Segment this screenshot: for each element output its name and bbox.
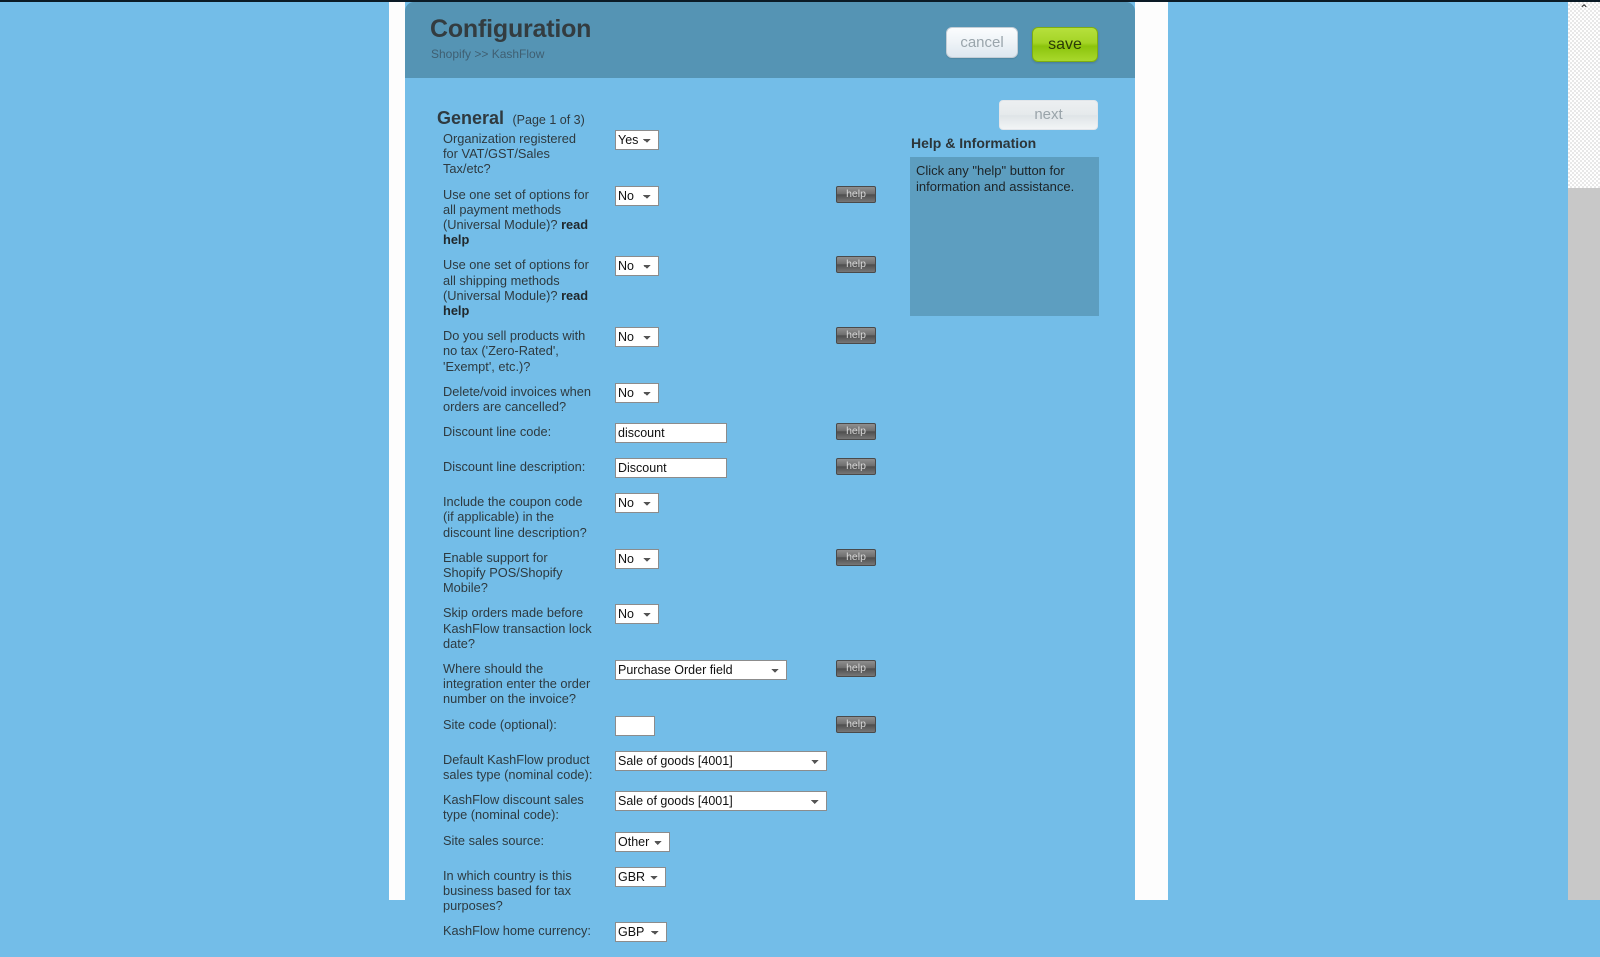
field-label: Enable support for Shopify POS/Shopify M… [443, 549, 563, 596]
field-label: KashFlow home currency: [443, 923, 591, 939]
field-control: GBP [615, 922, 667, 943]
field-control: NoYes [615, 327, 659, 348]
field-control: Other [615, 831, 670, 852]
field-control [615, 423, 727, 444]
field-text-input[interactable] [615, 458, 727, 479]
form-row: Use one set of options for all shipping … [405, 256, 1135, 318]
field-select[interactable]: NoYes [615, 493, 659, 514]
cancel-button[interactable]: cancel [946, 27, 1018, 58]
field-label: Use one set of options for all payment m… [443, 186, 589, 248]
field-control: YesNo [615, 130, 659, 150]
field-label: In which country is this business based … [443, 867, 572, 913]
section-title: General [437, 108, 505, 128]
save-button[interactable]: save [1032, 27, 1098, 62]
field-select[interactable]: Other [615, 831, 670, 852]
field-select[interactable]: NoYes [615, 382, 659, 403]
form-row: Discount line code: help [405, 423, 1135, 449]
page-title: Configuration [430, 15, 592, 43]
field-control: Sale of goods [4001] [615, 791, 827, 812]
configuration-form: Organization registered for VAT/GST/Sale… [405, 130, 1135, 957]
form-row: Site sales source: Other [405, 831, 1135, 858]
field-text-input[interactable] [615, 715, 655, 736]
field-select[interactable]: Sale of goods [4001] [615, 791, 827, 812]
field-label: Discount line description: [443, 459, 586, 475]
field-label: Do you sell products with no tax ('Zero-… [443, 328, 586, 374]
field-select[interactable]: GBR [615, 866, 666, 887]
form-row: Organization registered for VAT/GST/Sale… [405, 130, 1135, 177]
field-text-input[interactable] [615, 423, 727, 444]
field-label: Organization registered for VAT/GST/Sale… [443, 131, 577, 177]
field-control: NoYes [615, 185, 659, 206]
field-select[interactable]: NoYes [615, 185, 659, 206]
field-label: KashFlow discount sales type (nominal co… [443, 792, 584, 823]
header-actions: cancel save [946, 27, 1098, 62]
field-control: Sale of goods [4001] [615, 750, 827, 771]
field-control [615, 458, 727, 479]
field-label: Use one set of options for all shipping … [443, 257, 589, 319]
app-header: Configuration Shopify >> KashFlow cancel… [405, 2, 1135, 78]
help-button[interactable]: help [836, 660, 876, 678]
field-label: Include the coupon code (if applicable) … [443, 494, 587, 540]
form-row: Default KashFlow product sales type (nom… [405, 750, 1135, 782]
field-control [615, 715, 655, 736]
field-select[interactable]: NoYes [615, 604, 659, 625]
field-label-link[interactable]: read help [443, 288, 588, 318]
form-row: KashFlow home currency: GBP [405, 922, 1135, 948]
page-background: Configuration Shopify >> KashFlow cancel… [0, 0, 1600, 943]
right-gutter [1135, 0, 1168, 900]
field-control: NoYes [615, 382, 659, 403]
field-control: NoYes [615, 493, 659, 514]
config-container: Configuration Shopify >> KashFlow cancel… [405, 2, 1135, 943]
help-button[interactable]: help [836, 327, 876, 345]
form-row: Delete/void invoices when orders are can… [405, 382, 1135, 415]
field-select[interactable]: GBP [615, 922, 667, 943]
left-gutter [389, 0, 405, 900]
field-label: Site code (optional): [443, 716, 557, 732]
field-control: NoYes [615, 256, 659, 277]
field-label: Discount line code: [443, 424, 552, 440]
field-select[interactable]: NoYes [615, 327, 659, 348]
field-select[interactable]: Sale of goods [4001] [615, 750, 827, 771]
form-row: In which country is this business based … [405, 866, 1135, 914]
help-button[interactable]: help [836, 423, 876, 441]
field-select[interactable]: YesNo [615, 130, 659, 150]
section-header: General (Page 1 of 3) [437, 108, 585, 129]
field-select[interactable]: Purchase Order fieldCustomer Reference f… [615, 660, 787, 681]
form-row: KashFlow discount sales type (nominal co… [405, 791, 1135, 822]
help-button[interactable]: help [836, 548, 876, 566]
next-button[interactable]: next [999, 100, 1098, 130]
field-label: Site sales source: [443, 832, 545, 848]
form-row: Use one set of options for all payment m… [405, 185, 1135, 248]
form-row: Skip orders made before KashFlow transac… [405, 604, 1135, 651]
top-rule [0, 0, 1600, 2]
form-row: Where should the integration enter the o… [405, 660, 1135, 707]
field-label-link[interactable]: read help [443, 217, 588, 247]
form-row: Do you sell products with no tax ('Zero-… [405, 327, 1135, 374]
field-label: Delete/void invoices when orders are can… [443, 383, 591, 415]
field-control: Purchase Order fieldCustomer Reference f… [615, 660, 787, 681]
field-select[interactable]: NoYes [615, 256, 659, 277]
scroll-up-arrow-icon[interactable]: ⌃ [1568, 0, 1600, 18]
form-row: Include the coupon code (if applicable) … [405, 493, 1135, 540]
form-row: Enable support for Shopify POS/Shopify M… [405, 548, 1135, 596]
page-scrollbar[interactable]: ⌃ [1568, 0, 1600, 900]
field-control: NoYes [615, 604, 659, 625]
field-select[interactable]: NoYes [615, 548, 659, 569]
help-button[interactable]: help [836, 458, 876, 476]
field-control: GBR [615, 866, 666, 887]
page-indicator: (Page 1 of 3) [512, 113, 585, 127]
app-body: General (Page 1 of 3) next Help & Inform… [405, 78, 1135, 943]
field-label: Where should the integration enter the o… [443, 661, 591, 707]
help-button[interactable]: help [836, 715, 876, 733]
field-control: NoYes [615, 548, 659, 569]
breadcrumb: Shopify >> KashFlow [431, 47, 545, 61]
scrollbar-thumb[interactable] [1568, 188, 1600, 900]
form-row: Site code (optional): help [405, 715, 1135, 742]
form-row: Discount line description: help [405, 458, 1135, 484]
field-label: Skip orders made before KashFlow transac… [443, 605, 592, 651]
field-label: Default KashFlow product sales type (nom… [443, 751, 593, 782]
help-button[interactable]: help [836, 256, 876, 274]
help-button[interactable]: help [836, 185, 876, 203]
